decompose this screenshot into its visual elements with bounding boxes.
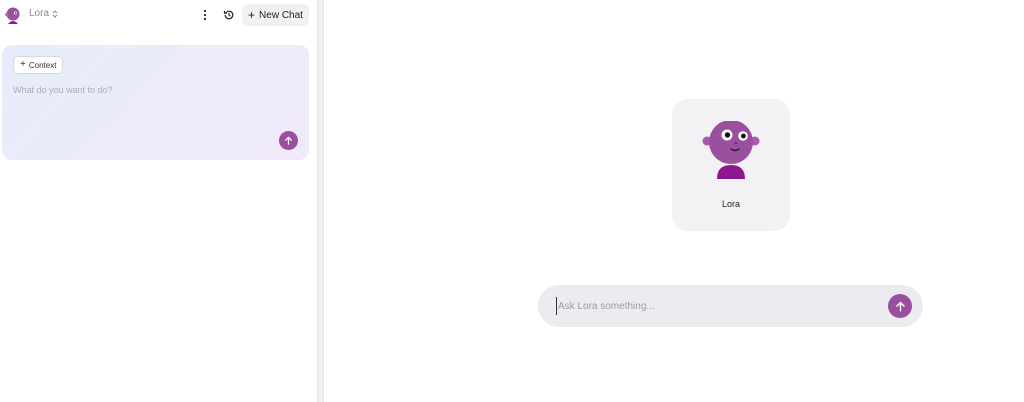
task-input[interactable]	[13, 85, 298, 145]
chat-main: Lora	[324, 0, 1024, 402]
vertical-dots-icon	[203, 9, 207, 21]
agent-avatar-icon	[5, 7, 20, 24]
history-icon	[223, 10, 234, 20]
new-chat-label: New Chat	[259, 9, 303, 21]
composer-send-button[interactable]	[279, 131, 298, 150]
chat-sidebar: Lora + New Chat + Context What do you wa…	[0, 0, 318, 402]
ask-input[interactable]	[556, 297, 876, 315]
more-options-button[interactable]	[196, 6, 214, 24]
add-context-button[interactable]: + Context	[13, 56, 64, 74]
context-label: Context	[28, 60, 57, 70]
new-chat-button[interactable]: + New Chat	[242, 4, 309, 26]
plus-icon: +	[248, 8, 256, 22]
sidebar-composer: + Context	[2, 45, 309, 160]
ask-bar	[538, 285, 923, 327]
agent-card[interactable]: Lora	[672, 99, 790, 231]
agent-switcher[interactable]: Lora	[29, 8, 58, 19]
arrow-up-icon	[895, 301, 905, 312]
agent-portrait-icon	[702, 121, 760, 179]
agent-name-label: Lora	[29, 8, 50, 19]
app-window: Lora + New Chat + Context What do you wa…	[0, 0, 1024, 402]
plus-icon: +	[20, 59, 26, 70]
sidebar-topbar: Lora + New Chat	[0, 0, 318, 30]
ask-send-button[interactable]	[888, 294, 912, 318]
agent-card-name: Lora	[721, 199, 740, 209]
history-button[interactable]	[220, 6, 238, 24]
arrow-up-icon	[284, 136, 293, 145]
chevron-updown-icon	[52, 9, 58, 18]
